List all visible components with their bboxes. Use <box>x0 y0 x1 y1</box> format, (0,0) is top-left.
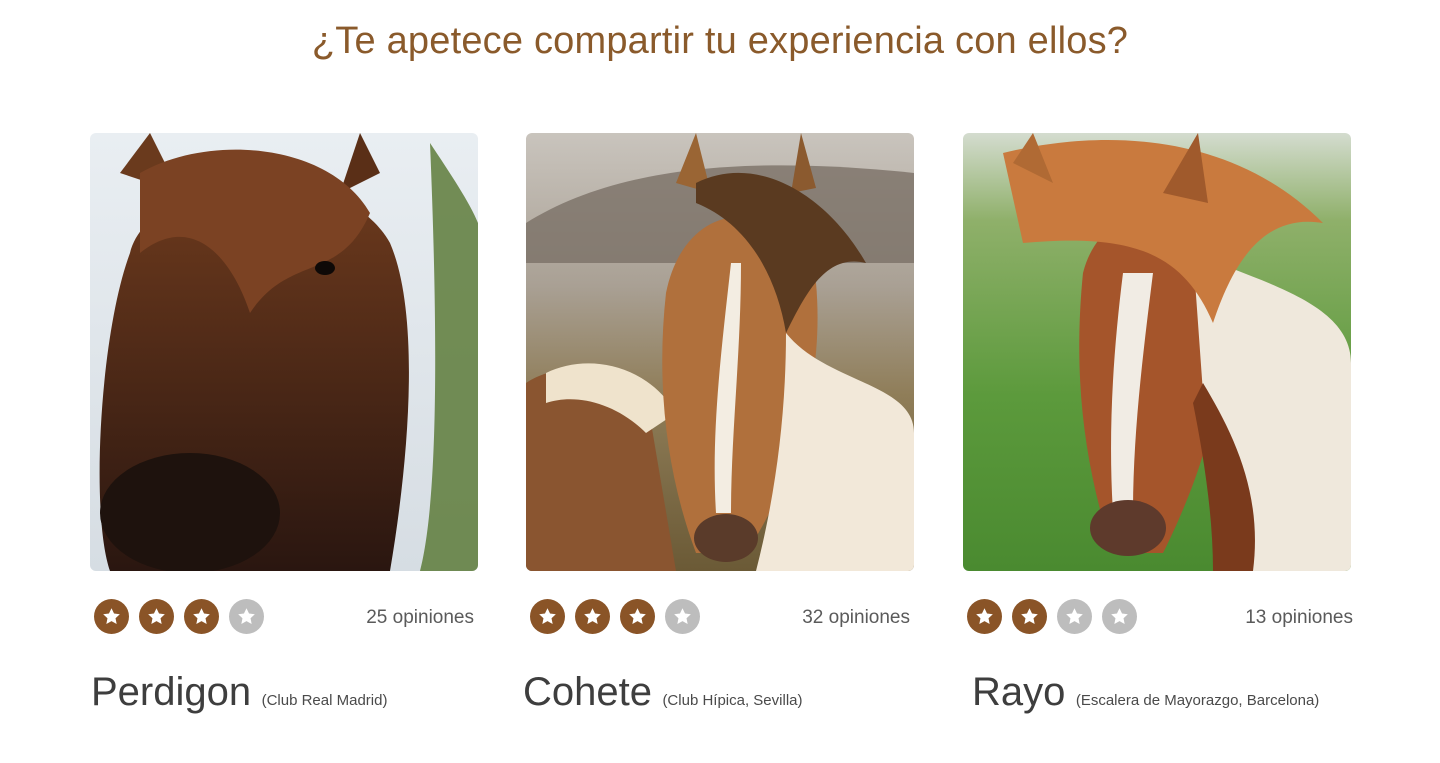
review-count[interactable]: 32 opiniones <box>802 607 910 629</box>
star-empty-icon[interactable] <box>1057 599 1092 634</box>
star-filled-icon[interactable] <box>139 599 174 634</box>
review-count[interactable]: 13 opiniones <box>1245 607 1353 629</box>
star-filled-icon[interactable] <box>530 599 565 634</box>
horse-club: (Escalera de Mayorazgo, Barcelona) <box>1075 692 1320 709</box>
star-filled-icon[interactable] <box>1012 599 1047 634</box>
star-filled-icon[interactable] <box>575 599 610 634</box>
star-empty-icon[interactable] <box>665 599 700 634</box>
star-filled-icon[interactable] <box>967 599 1002 634</box>
horse-name[interactable]: Rayo <box>972 670 1065 714</box>
star-rating[interactable] <box>530 599 700 634</box>
horse-club: (Club Hípica, Sevilla) <box>662 692 803 709</box>
star-filled-icon[interactable] <box>94 599 129 634</box>
horse-name-line: Rayo (Escalera de Mayorazgo, Barcelona) <box>972 670 1319 715</box>
horse-photo[interactable] <box>526 133 914 571</box>
star-empty-icon[interactable] <box>1102 599 1137 634</box>
horse-card[interactable]: 25 opiniones Perdigon (Club Real Madrid) <box>90 133 478 714</box>
horse-name-line: Perdigon (Club Real Madrid) <box>91 670 387 715</box>
star-filled-icon[interactable] <box>184 599 219 634</box>
review-count[interactable]: 25 opiniones <box>366 607 474 629</box>
star-rating[interactable] <box>94 599 264 634</box>
star-rating[interactable] <box>967 599 1137 634</box>
rating-row: 32 opiniones <box>526 599 914 635</box>
horse-name[interactable]: Perdigon <box>91 670 251 714</box>
horse-photo[interactable] <box>90 133 478 571</box>
horse-card[interactable]: 32 opiniones Cohete (Club Hípica, Sevill… <box>523 133 914 714</box>
horse-photo[interactable] <box>963 133 1351 571</box>
star-empty-icon[interactable] <box>229 599 264 634</box>
horse-name-line: Cohete (Club Hípica, Sevilla) <box>523 670 802 715</box>
page-title: ¿Te apetece compartir tu experiencia con… <box>311 20 1129 62</box>
horse-club: (Club Real Madrid) <box>261 692 388 709</box>
star-filled-icon[interactable] <box>620 599 655 634</box>
rating-row: 13 opiniones <box>963 599 1353 635</box>
horse-name[interactable]: Cohete <box>523 670 652 714</box>
rating-row: 25 opiniones <box>90 599 478 635</box>
horse-card[interactable]: 13 opiniones Rayo (Escalera de Mayorazgo… <box>963 133 1353 714</box>
